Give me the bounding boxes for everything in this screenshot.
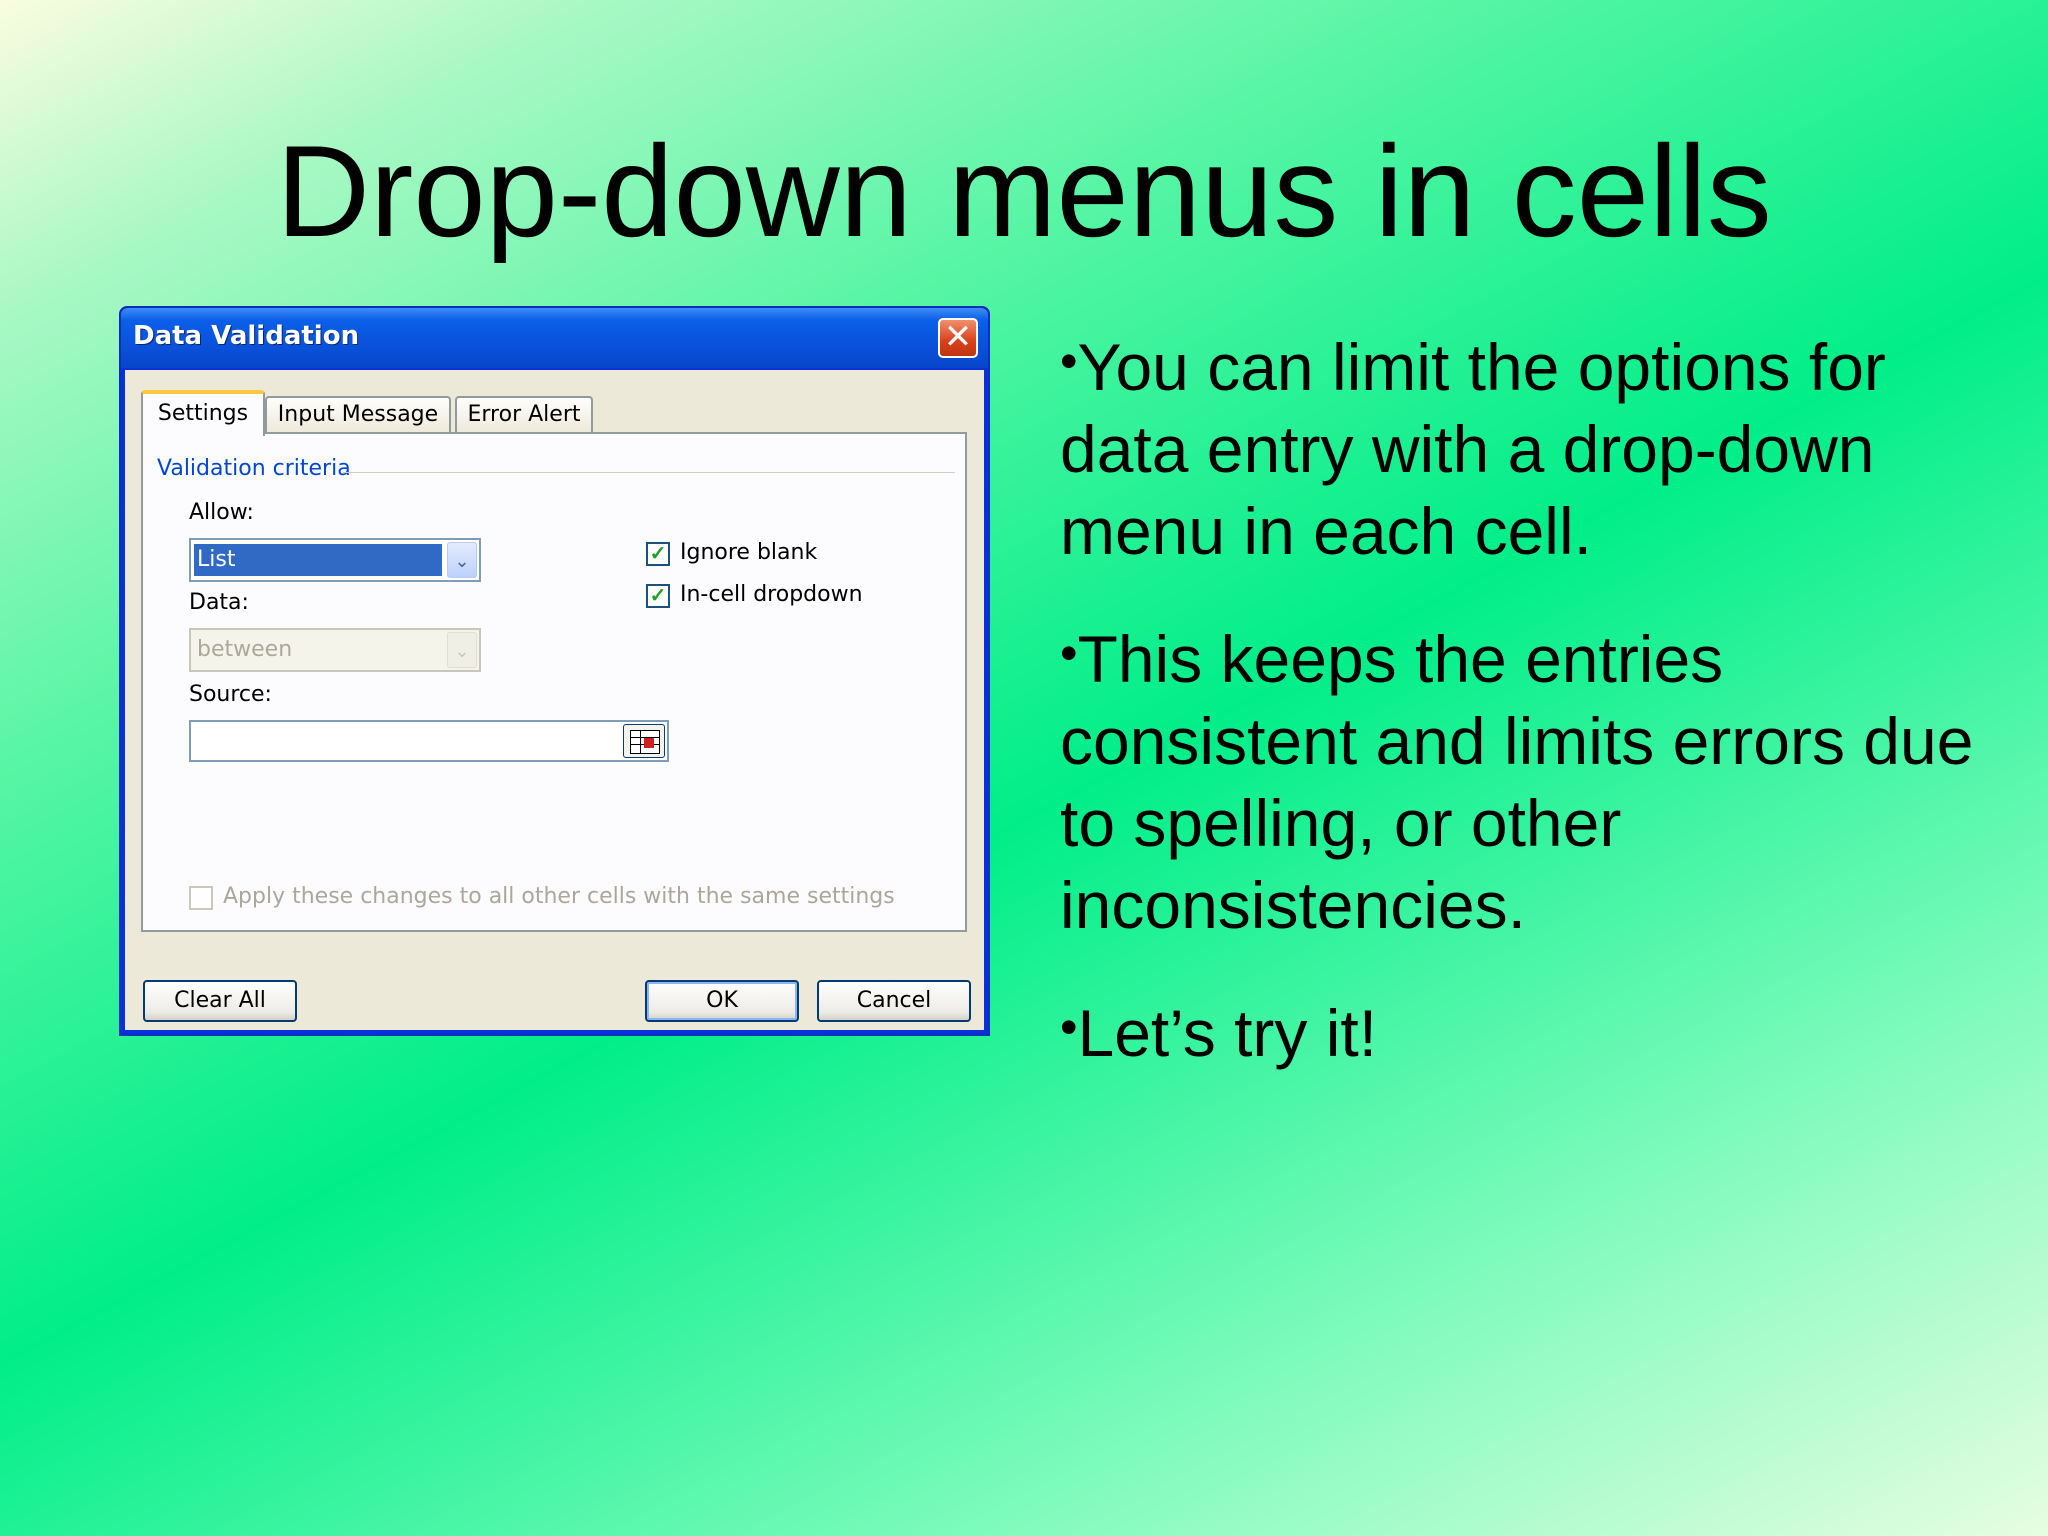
bullet-dot: • <box>1060 333 1078 389</box>
validation-criteria-label: Validation criteria <box>157 456 351 481</box>
clear-all-button[interactable]: Clear All <box>143 980 297 1022</box>
dialog-titlebar[interactable]: Data Validation ✕ <box>121 308 988 368</box>
ok-button[interactable]: OK <box>645 980 799 1022</box>
source-input[interactable] <box>189 720 669 762</box>
bullet-dot: • <box>1060 999 1078 1055</box>
tab-settings[interactable]: Settings <box>141 390 265 436</box>
in-cell-dropdown-checkbox[interactable]: ✓ <box>646 584 670 608</box>
chevron-down-icon[interactable]: ⌄ <box>447 632 477 668</box>
apply-all-label: Apply these changes to all other cells w… <box>223 884 895 909</box>
data-label: Data: <box>189 590 249 615</box>
dialog-body: Settings Input Message Error Alert Valid… <box>125 370 984 1030</box>
data-validation-dialog: Data Validation ✕ Settings Input Message… <box>119 306 990 1036</box>
group-divider <box>343 472 955 473</box>
settings-panel: Validation criteria Allow: List ⌄ Data: … <box>141 432 967 932</box>
slide-title: Drop-down menus in cells <box>276 118 1772 264</box>
chevron-down-icon[interactable]: ⌄ <box>447 542 477 578</box>
bullet-text: You can limit the options for data entry… <box>1060 330 1886 568</box>
bullet-item: •You can limit the options for data entr… <box>1060 320 2020 572</box>
allow-select-value: List <box>193 543 443 577</box>
source-label: Source: <box>189 682 272 707</box>
bullet-item: •Let’s try it! <box>1060 986 2020 1074</box>
data-select-value: between <box>197 637 293 662</box>
tab-error-alert[interactable]: Error Alert <box>455 396 593 434</box>
tab-input-message[interactable]: Input Message <box>265 396 451 434</box>
in-cell-dropdown-label: In-cell dropdown <box>680 582 863 607</box>
bullet-item: •This keeps the entries consistent and l… <box>1060 612 2020 946</box>
bullet-text: This keeps the entries consistent and li… <box>1060 622 1974 942</box>
range-marker-graphic <box>644 738 654 748</box>
ignore-blank-checkbox[interactable]: ✓ <box>646 542 670 566</box>
cancel-button[interactable]: Cancel <box>817 980 971 1022</box>
bullet-text: Let’s try it! <box>1077 996 1378 1070</box>
ignore-blank-label: Ignore blank <box>680 540 818 565</box>
data-select[interactable]: between ⌄ <box>189 628 481 672</box>
close-icon[interactable]: ✕ <box>938 318 978 358</box>
range-picker-icon[interactable] <box>623 724 665 758</box>
apply-all-checkbox[interactable] <box>189 886 213 910</box>
dialog-title: Data Validation <box>133 321 360 351</box>
allow-select[interactable]: List ⌄ <box>189 538 481 582</box>
bullet-dot: • <box>1060 625 1078 681</box>
allow-label: Allow: <box>189 500 254 525</box>
bullet-list: •You can limit the options for data entr… <box>1060 320 2020 1114</box>
